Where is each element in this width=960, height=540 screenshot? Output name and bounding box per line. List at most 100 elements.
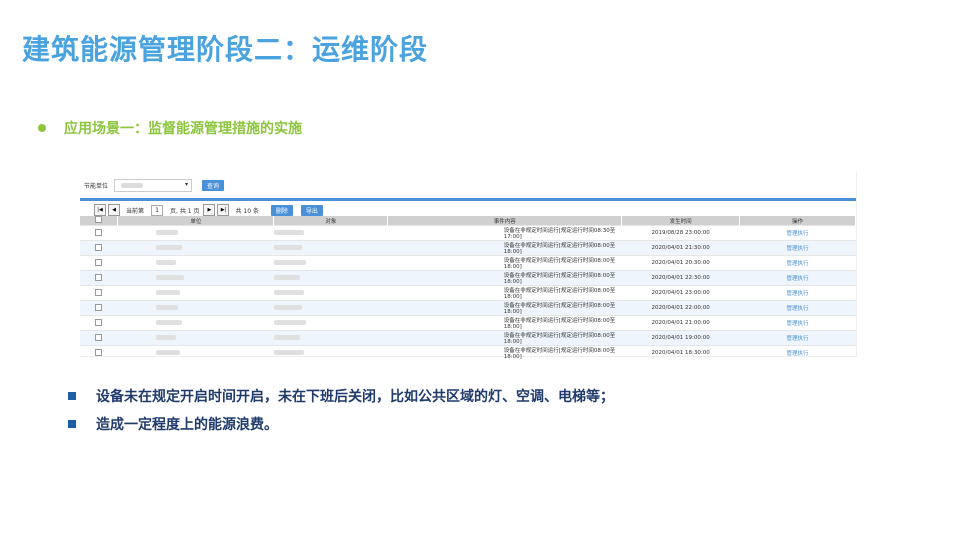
blurred-unit [155,320,182,325]
object-cell [273,330,388,346]
manage-action-link[interactable]: 管理执行 [739,255,856,271]
time-cell: 2019/08/28 23:00:00 [621,225,740,241]
object-cell [273,345,388,360]
checkbox-icon[interactable] [95,243,103,251]
unit-cell [117,225,274,241]
table-row: 设备在非规定时间运行[规定运行时间08:00至18:00] 2020/04/01 … [80,300,856,316]
blurred-unit [155,305,178,310]
checkbox-icon[interactable] [95,258,103,266]
checkbox-icon[interactable] [95,216,103,223]
content-cell: 设备在非规定时间运行[规定运行时间08:00至18:00] [387,255,622,271]
time-cell: 2020/04/01 23:00:00 [621,285,740,301]
total-text: 共 10 条 [235,207,259,215]
row-checkbox-cell[interactable] [80,315,118,331]
scene-text: 应用场景一：监督能源管理措施的实施 [64,121,302,137]
last-page-icon[interactable]: ▶| [217,204,230,216]
divider-bar [80,198,856,201]
unit-select[interactable]: ▾ [114,178,193,192]
time-cell: 2020/04/01 18:30:00 [621,345,740,360]
header-action: 操作 [739,216,856,226]
next-page-icon[interactable]: ▶ [203,204,216,216]
manage-action-link[interactable]: 管理执行 [739,345,856,360]
unit-cell [117,240,274,256]
blurred-object [273,290,304,295]
blurred-unit [155,245,182,250]
row-checkbox-cell[interactable] [80,225,118,241]
export-button[interactable]: 导出 [300,204,323,216]
blurred-object [273,230,304,235]
row-checkbox-cell[interactable] [80,270,118,286]
blurred-object [273,335,300,340]
time-cell: 2020/04/01 22:00:00 [621,300,740,316]
unit-cell [117,270,274,286]
embedded-screenshot: 节能单位 ▾ 查询 |◀ ◀ 当前第 1 页, 共 1 页 ▶ ▶| 共 10 … [80,172,857,360]
blurred-object [273,275,300,280]
manage-action-link[interactable]: 管理执行 [739,225,856,241]
bullet-item: 设备未在规定开启时间开启，未在下班后关闭，比如公共区域的灯、空调、电梯等； [68,382,614,410]
blurred-value [121,182,144,188]
time-cell: 2020/04/01 22:30:00 [621,270,740,286]
bullet-text: 设备未在规定开启时间开启，未在下班后关闭，比如公共区域的灯、空调、电梯等； [96,389,614,405]
checkbox-icon[interactable] [95,318,103,326]
object-cell [273,300,388,316]
content-cell: 设备在非规定时间运行[规定运行时间08:00至18:00] [387,345,622,360]
header-checkbox[interactable] [80,216,119,226]
unit-cell [117,330,274,346]
manage-action-link[interactable]: 管理执行 [739,330,856,346]
content-cell: 设备在非规定时间运行[规定运行时间08:00至18:00] [387,270,622,286]
delete-button[interactable]: 删除 [270,204,293,216]
prev-page-icon[interactable]: ◀ [108,204,120,216]
table-row: 设备在非规定时间运行[规定运行时间08:00至18:00] 2020/04/01 … [80,240,856,256]
time-cell: 2020/04/01 21:00:00 [621,315,740,331]
table-row: 设备在非规定时间运行[规定运行时间08:00至18:00] 2020/04/01 … [80,270,856,286]
time-cell: 2020/04/01 19:00:00 [621,330,740,346]
bullet-item: 造成一定程度上的能源浪费。 [68,410,614,438]
checkbox-icon[interactable] [95,333,103,341]
time-cell: 2020/04/01 21:30:00 [621,240,740,256]
table-row: 设备在非规定时间运行[规定运行时间08:30至17:00] 2019/08/28 … [80,225,856,241]
bullet-list: 设备未在规定开启时间开启，未在下班后关闭，比如公共区域的灯、空调、电梯等； 造成… [68,382,614,438]
unit-cell [117,300,274,316]
header-unit: 单位 [117,216,275,226]
row-checkbox-cell[interactable] [80,240,118,256]
checkbox-icon[interactable] [95,303,103,311]
header-object: 对象 [273,216,389,226]
checkbox-icon[interactable] [95,288,103,296]
row-checkbox-cell[interactable] [80,255,118,271]
first-page-icon[interactable]: |◀ [94,204,106,216]
blurred-object [273,305,302,310]
header-time: 发生时间 [621,216,741,226]
content-cell: 设备在非规定时间运行[规定运行时间08:00至18:00] [387,330,622,346]
caret-down-icon: ▾ [185,180,189,188]
table-row: 设备在非规定时间运行[规定运行时间08:00至18:00] 2020/04/01 … [80,345,856,360]
blurred-object [273,320,306,325]
blurred-object [273,350,304,355]
content-cell: 设备在非规定时间运行[规定运行时间08:00至18:00] [387,300,622,316]
row-checkbox-cell[interactable] [80,285,118,301]
content-cell: 设备在非规定时间运行[规定运行时间08:00至18:00] [387,315,622,331]
blurred-object [273,260,306,265]
row-checkbox-cell[interactable] [80,345,118,360]
checkbox-icon[interactable] [95,228,103,236]
manage-action-link[interactable]: 管理执行 [739,270,856,286]
manage-action-link[interactable]: 管理执行 [739,285,856,301]
row-checkbox-cell[interactable] [80,330,118,346]
row-checkbox-cell[interactable] [80,300,118,316]
manage-action-link[interactable]: 管理执行 [739,300,856,316]
square-bullet-icon [68,420,76,428]
unit-cell [117,255,274,271]
query-button[interactable]: 查询 [202,179,225,191]
unit-cell [117,315,274,331]
table-row: 设备在非规定时间运行[规定运行时间08:00至18:00] 2020/04/01 … [80,255,856,271]
unit-cell [117,285,274,301]
page-text: 页, 共 1 页 [170,207,200,215]
object-cell [273,255,388,271]
checkbox-icon[interactable] [95,348,103,356]
manage-action-link[interactable]: 管理执行 [739,240,856,256]
page-input[interactable]: 1 [151,204,164,216]
object-cell [273,315,388,331]
checkbox-icon[interactable] [95,273,103,281]
blurred-unit [155,290,180,295]
manage-action-link[interactable]: 管理执行 [739,315,856,331]
unit-cell [117,345,274,360]
